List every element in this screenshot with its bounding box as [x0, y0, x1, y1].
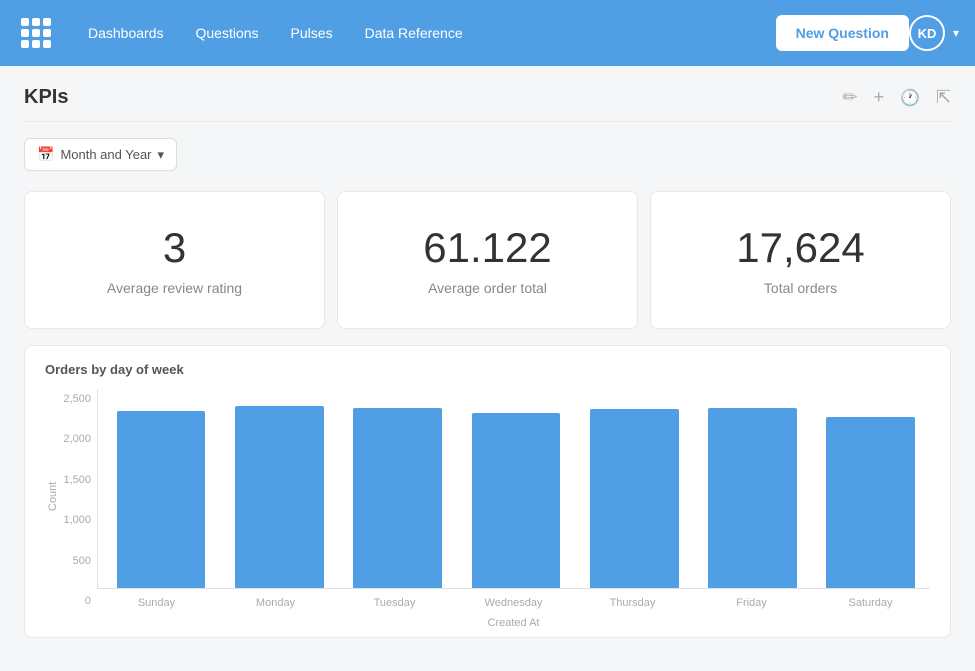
bar: [117, 411, 206, 588]
logo-dot: [32, 40, 40, 48]
bars-container: [97, 389, 930, 589]
filter-label: Month and Year: [60, 147, 151, 162]
bar: [826, 417, 915, 588]
y-tick: 1,500: [63, 474, 91, 486]
chart-title: Orders by day of week: [45, 362, 930, 377]
kpi-value-order-total: 61.122: [358, 224, 617, 272]
bar-day-label: Sunday: [97, 593, 216, 613]
logo-dot: [21, 29, 29, 37]
y-axis-ticks: 2,500 2,000 1,500 1,000 500 0: [59, 389, 97, 637]
bar: [235, 406, 324, 588]
bar-labels: SundayMondayTuesdayWednesdayThursdayFrid…: [97, 593, 930, 613]
logo-dot: [43, 18, 51, 26]
main-content: KPIs ✏ + 🕐 ⇱ 📅 Month and Year ▾ 3 Averag…: [0, 66, 975, 658]
bar-group: [693, 408, 811, 589]
kpi-label-total-orders: Total orders: [671, 280, 930, 296]
nav-data-reference[interactable]: Data Reference: [349, 17, 479, 49]
logo-dot: [32, 29, 40, 37]
y-tick: 0: [85, 595, 91, 607]
add-card-icon[interactable]: +: [873, 87, 884, 108]
bar-day-label: Friday: [692, 593, 811, 613]
y-tick: 2,000: [63, 433, 91, 445]
bar-group: [812, 417, 930, 588]
history-icon[interactable]: 🕐: [900, 88, 920, 108]
logo-dots: [21, 18, 51, 48]
bar-day-label: Thursday: [573, 593, 692, 613]
main-nav: Dashboards Questions Pulses Data Referen…: [72, 17, 768, 49]
bar-day-label: Monday: [216, 593, 335, 613]
kpi-value-review: 3: [45, 224, 304, 272]
filter-bar: 📅 Month and Year ▾: [24, 138, 951, 171]
bar-day-label: Tuesday: [335, 593, 454, 613]
kpi-label-order-total: Average order total: [358, 280, 617, 296]
y-tick: 2,500: [63, 393, 91, 405]
logo-dot: [21, 40, 29, 48]
bar: [472, 413, 561, 588]
logo: [16, 13, 56, 53]
kpi-row: 3 Average review rating 61.122 Average o…: [24, 191, 951, 329]
chart-main: SundayMondayTuesdayWednesdayThursdayFrid…: [97, 389, 930, 637]
bar-day-label: Saturday: [811, 593, 930, 613]
logo-dot: [21, 18, 29, 26]
avatar-chevron-icon[interactable]: ▾: [953, 26, 959, 40]
bar-group: [457, 413, 575, 588]
avatar[interactable]: KD: [909, 15, 945, 51]
kpi-label-review: Average review rating: [45, 280, 304, 296]
y-tick: 500: [73, 555, 91, 567]
bar-group: [575, 409, 693, 588]
calendar-icon: 📅: [37, 146, 54, 163]
dashboard-actions: ✏ + 🕐 ⇱: [842, 87, 951, 108]
y-axis-label: Count: [45, 389, 59, 607]
header: Dashboards Questions Pulses Data Referen…: [0, 0, 975, 66]
nav-dashboards[interactable]: Dashboards: [72, 17, 180, 49]
bar-group: [102, 411, 220, 588]
dashboard-title: KPIs: [24, 86, 842, 109]
nav-questions[interactable]: Questions: [180, 17, 275, 49]
chart-area: Count 2,500 2,000 1,500 1,000 500 0 Sund…: [45, 389, 930, 637]
edit-icon[interactable]: ✏: [842, 87, 857, 108]
kpi-card-review: 3 Average review rating: [24, 191, 325, 329]
nav-pulses[interactable]: Pulses: [275, 17, 349, 49]
month-year-filter[interactable]: 📅 Month and Year ▾: [24, 138, 177, 171]
bar: [708, 408, 797, 589]
bar-group: [339, 408, 457, 589]
fullscreen-icon[interactable]: ⇱: [936, 87, 951, 108]
kpi-card-order-total: 61.122 Average order total: [337, 191, 638, 329]
filter-chevron-icon: ▾: [158, 147, 165, 163]
x-axis-title: Created At: [97, 613, 930, 637]
header-divider: [24, 121, 951, 122]
y-tick: 1,000: [63, 514, 91, 526]
chart-card: Orders by day of week Count 2,500 2,000 …: [24, 345, 951, 638]
new-question-button[interactable]: New Question: [776, 15, 909, 51]
bar: [590, 409, 679, 588]
logo-dot: [32, 18, 40, 26]
logo-dot: [43, 40, 51, 48]
header-right: KD ▾: [909, 15, 959, 51]
kpi-value-total-orders: 17,624: [671, 224, 930, 272]
kpi-card-total-orders: 17,624 Total orders: [650, 191, 951, 329]
logo-dot: [43, 29, 51, 37]
dashboard-header: KPIs ✏ + 🕐 ⇱: [24, 86, 951, 109]
bar: [353, 408, 442, 589]
bar-day-label: Wednesday: [454, 593, 573, 613]
bar-group: [220, 406, 338, 588]
